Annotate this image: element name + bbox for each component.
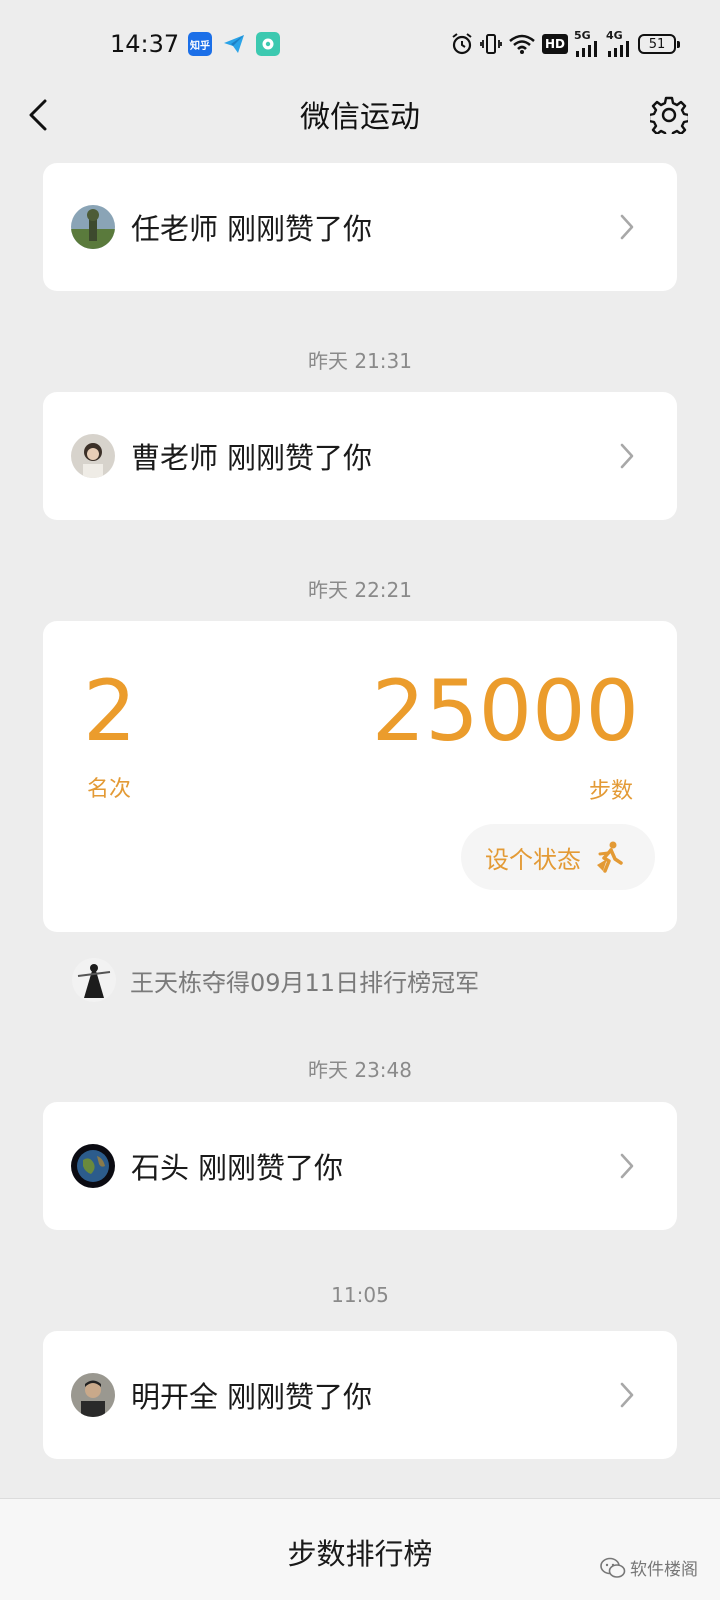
like-card[interactable]: 明开全 刚刚赞了你 <box>43 1331 677 1459</box>
like-card[interactable]: 任老师 刚刚赞了你 <box>43 163 677 291</box>
zhihu-icon: 知乎 <box>188 32 212 56</box>
like-message: 刚刚赞了你 <box>227 212 373 246</box>
steps-label: 步数 <box>588 779 633 804</box>
avatar <box>71 434 115 478</box>
set-status-label: 设个状态 <box>485 845 581 874</box>
timestamp: 昨天 22:21 <box>308 578 412 602</box>
set-status-button[interactable]: 设个状态 <box>461 824 655 890</box>
like-user-name: 曹老师 <box>131 441 219 475</box>
hd-icon: HD <box>541 30 568 58</box>
chevron-right-icon <box>620 443 634 469</box>
avatar <box>71 205 115 249</box>
nav-bar: 微信运动 <box>0 80 720 152</box>
timestamp: 11:05 <box>331 1283 389 1307</box>
battery-level: 51 <box>648 36 666 52</box>
vibrate-icon <box>480 30 502 58</box>
steps-number: 25000 <box>371 662 639 760</box>
wechat-logo-icon <box>600 1557 626 1578</box>
chat-bubble-icon <box>256 32 280 56</box>
signal-4g-icon: 4G <box>606 30 632 58</box>
alarm-icon <box>450 30 474 58</box>
timestamp: 昨天 23:48 <box>308 1058 412 1082</box>
like-text: 明开全 刚刚赞了你 <box>131 1374 372 1416</box>
champion-text: 王天栋夺得09月11日排行榜冠军 <box>130 968 480 997</box>
like-text: 任老师 刚刚赞了你 <box>131 206 372 248</box>
net-4g-label: 4G <box>606 29 623 42</box>
rank-label: 名次 <box>87 777 132 802</box>
like-user-name: 任老师 <box>131 212 219 246</box>
status-time: 14:37 <box>110 30 180 58</box>
rank-card[interactable]: 2 名次 25000 步数 设个状态 <box>43 621 677 932</box>
avatar <box>71 1144 115 1188</box>
like-message: 刚刚赞了你 <box>227 1380 373 1414</box>
zhihu-label: 知乎 <box>190 40 210 52</box>
like-user-name: 石头 <box>131 1151 190 1185</box>
page-title: 微信运动 <box>300 100 420 135</box>
running-person-icon <box>591 839 627 875</box>
signal-5g-icon: 5G <box>574 30 600 58</box>
like-card[interactable]: 曹老师 刚刚赞了你 <box>43 392 677 520</box>
rank-number: 2 <box>83 662 137 760</box>
status-bar: 14:37 知乎 HD 5G 4G 51 <box>0 0 720 90</box>
watermark: 软件楼阁 <box>600 1555 698 1580</box>
like-message: 刚刚赞了你 <box>198 1151 344 1185</box>
net-5g-label: 5G <box>574 29 591 42</box>
status-indicators: HD 5G 4G 51 <box>450 30 680 58</box>
like-card[interactable]: 石头 刚刚赞了你 <box>43 1102 677 1230</box>
avatar <box>71 1373 115 1417</box>
bottom-bar: 步数排行榜 软件楼阁 <box>0 1498 720 1600</box>
champion-notice[interactable]: 王天栋夺得09月11日排行榜冠军 <box>72 958 479 1002</box>
avatar <box>72 958 116 1002</box>
chevron-right-icon <box>620 1153 634 1179</box>
wifi-icon <box>508 30 536 58</box>
paper-plane-icon <box>222 32 246 56</box>
gear-icon <box>650 96 688 134</box>
like-text: 石头 刚刚赞了你 <box>131 1145 343 1187</box>
chevron-right-icon <box>620 1382 634 1408</box>
settings-button[interactable] <box>644 90 694 140</box>
chevron-right-icon <box>620 214 634 240</box>
timestamp: 昨天 21:31 <box>308 349 412 373</box>
like-user-name: 明开全 <box>131 1380 219 1414</box>
like-message: 刚刚赞了你 <box>227 441 373 475</box>
watermark-text: 软件楼阁 <box>630 1560 698 1580</box>
like-text: 曹老师 刚刚赞了你 <box>131 435 372 477</box>
battery-icon: 51 <box>638 34 680 54</box>
hd-label: HD <box>541 34 568 54</box>
